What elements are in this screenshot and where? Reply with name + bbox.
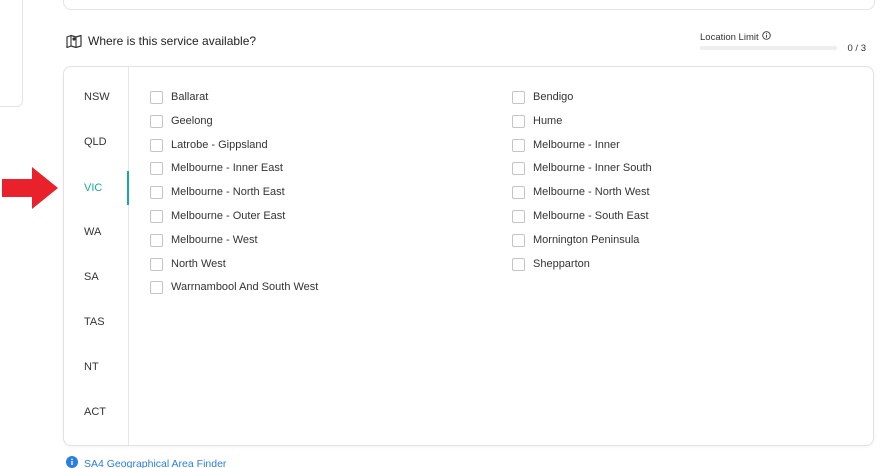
- tab-tas[interactable]: TAS: [64, 305, 129, 339]
- red-arrow-icon: [2, 167, 58, 214]
- region-selector-panel: NSW QLD VIC WA SA TAS NT ACT Ballarat Ge…: [63, 66, 874, 446]
- region-ballarat[interactable]: Ballarat: [150, 89, 208, 105]
- checkbox[interactable]: [150, 280, 163, 294]
- checkbox[interactable]: [512, 114, 525, 128]
- region-warrnambool-and-south-west[interactable]: Warrnambool And South West: [150, 279, 318, 295]
- region-shepparton[interactable]: Shepparton: [512, 256, 590, 272]
- region-label: Melbourne - South East: [533, 210, 649, 222]
- checkbox[interactable]: [150, 90, 163, 104]
- region-melbourne-south-east[interactable]: Melbourne - South East: [512, 208, 649, 224]
- region-label: Melbourne - West: [171, 234, 258, 246]
- tab-act[interactable]: ACT: [64, 395, 129, 429]
- checkbox[interactable]: [150, 257, 163, 271]
- tab-nsw[interactable]: NSW: [64, 80, 129, 114]
- checkbox[interactable]: [150, 233, 163, 247]
- region-label: Shepparton: [533, 258, 590, 270]
- checkbox[interactable]: [512, 161, 525, 175]
- region-melbourne-inner[interactable]: Melbourne - Inner: [512, 137, 620, 153]
- left-card: [0, 0, 23, 107]
- region-label: Melbourne - North East: [171, 186, 285, 198]
- sa4-area-finder-label: SA4 Geographical Area Finder: [84, 458, 227, 468]
- region-label: Melbourne - Inner East: [171, 162, 283, 174]
- checkbox[interactable]: [150, 209, 163, 223]
- info-circle-icon: [66, 455, 78, 468]
- region-melbourne-north-west[interactable]: Melbourne - North West: [512, 184, 650, 200]
- map-icon: [66, 34, 82, 48]
- checkbox[interactable]: [512, 138, 525, 152]
- region-latrobe-gippsland[interactable]: Latrobe - Gippsland: [150, 137, 268, 153]
- region-melbourne-north-east[interactable]: Melbourne - North East: [150, 184, 285, 200]
- region-label: Latrobe - Gippsland: [171, 139, 268, 151]
- region-geelong[interactable]: Geelong: [150, 113, 213, 129]
- region-melbourne-inner-south[interactable]: Melbourne - Inner South: [512, 160, 652, 176]
- checkbox[interactable]: [512, 233, 525, 247]
- checkbox[interactable]: [150, 114, 163, 128]
- region-north-west[interactable]: North West: [150, 256, 226, 272]
- location-limit-label: Location Limit: [700, 31, 771, 43]
- checkbox[interactable]: [512, 185, 525, 199]
- region-label: Warrnambool And South West: [171, 281, 319, 293]
- section-title: Where is this service available?: [88, 34, 257, 48]
- region-label: Geelong: [171, 115, 213, 127]
- region-melbourne-west[interactable]: Melbourne - West: [150, 232, 258, 248]
- tab-nt[interactable]: NT: [64, 350, 129, 384]
- region-label: Bendigo: [533, 91, 574, 103]
- region-mornington-peninsula[interactable]: Mornington Peninsula: [512, 232, 639, 248]
- checkbox[interactable]: [150, 138, 163, 152]
- tab-qld[interactable]: QLD: [64, 125, 129, 159]
- tab-vic[interactable]: VIC: [64, 171, 129, 205]
- region-label: Melbourne - Outer East: [171, 210, 286, 222]
- tab-wa[interactable]: WA: [64, 215, 129, 249]
- tab-sa[interactable]: SA: [64, 260, 129, 294]
- location-limit-count: 0 / 3: [847, 43, 867, 54]
- checkbox[interactable]: [512, 90, 525, 104]
- region-label: Hume: [533, 115, 563, 127]
- region-hume[interactable]: Hume: [512, 113, 562, 129]
- checkbox[interactable]: [512, 257, 525, 271]
- state-tabs: NSW QLD VIC WA SA TAS NT ACT: [64, 67, 129, 445]
- checkbox[interactable]: [150, 185, 163, 199]
- checkbox[interactable]: [150, 161, 163, 175]
- checkbox[interactable]: [512, 209, 525, 223]
- region-label: North West: [171, 258, 226, 270]
- sa4-area-finder-link[interactable]: SA4 Geographical Area Finder: [66, 455, 226, 468]
- region-label: Melbourne - North West: [533, 186, 650, 198]
- region-label: Melbourne - Inner: [533, 139, 620, 151]
- location-limit: Location Limit 0 / 3: [700, 30, 866, 56]
- region-bendigo[interactable]: Bendigo: [512, 89, 573, 105]
- info-icon[interactable]: [761, 31, 771, 43]
- section-header: Where is this service available?: [66, 34, 256, 48]
- region-label: Mornington Peninsula: [533, 234, 640, 246]
- top-card: [63, 0, 875, 10]
- region-label: Ballarat: [171, 91, 209, 103]
- region-melbourne-inner-east[interactable]: Melbourne - Inner East: [150, 160, 283, 176]
- region-melbourne-outer-east[interactable]: Melbourne - Outer East: [150, 208, 285, 224]
- location-limit-progress: [700, 46, 837, 50]
- region-label: Melbourne - Inner South: [533, 162, 652, 174]
